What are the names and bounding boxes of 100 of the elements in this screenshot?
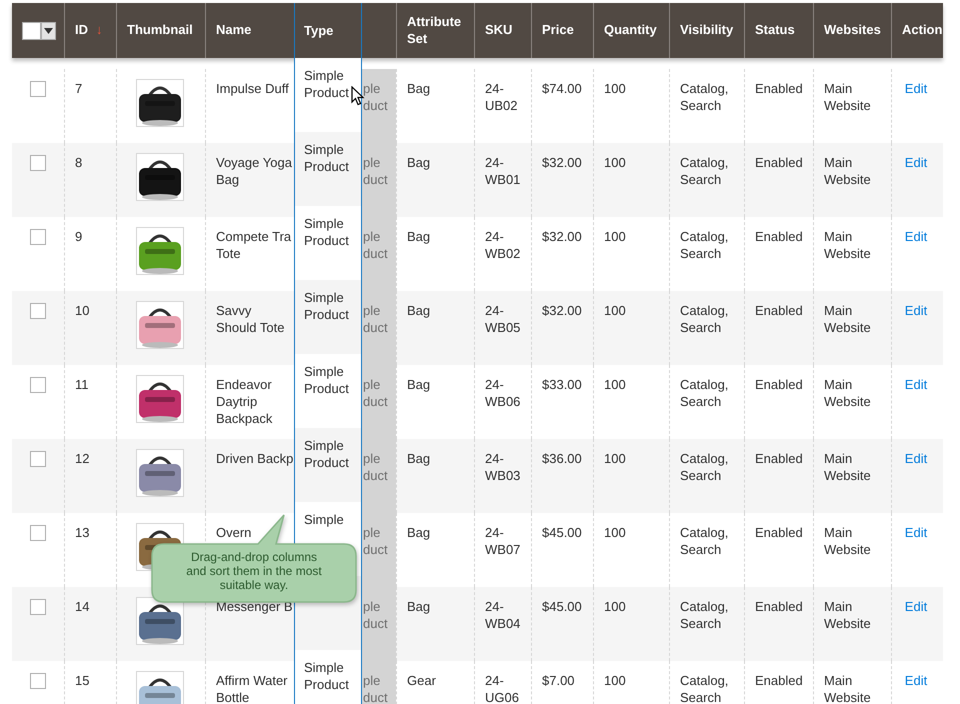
product-name: Overn: [216, 524, 252, 541]
column-header[interactable]: Visibility: [680, 22, 734, 39]
price-text: $7.00: [542, 673, 575, 688]
attribute-set-text: Bag: [407, 229, 430, 244]
price-text: $36.00: [542, 451, 582, 466]
attribute-set-text: Bag: [407, 377, 430, 392]
status-text: Enabled: [755, 303, 803, 318]
id-text: 13: [75, 525, 90, 540]
sku-text: 24-UG06: [485, 673, 519, 704]
id-text: 12: [75, 451, 90, 466]
id-text: 9: [75, 229, 82, 244]
websites-text: Main Website: [824, 377, 871, 409]
product-name: Endeavor Daytrip Backpack: [216, 376, 274, 427]
status-text: Enabled: [755, 81, 803, 96]
column-header[interactable]: Status: [755, 22, 795, 39]
type-text: ple duct: [363, 450, 389, 484]
column-header[interactable]: Thumbnail: [127, 22, 193, 39]
attribute-set-text: Bag: [407, 81, 430, 96]
attribute-set-text: Gear: [407, 673, 436, 688]
id-text: 8: [75, 155, 82, 170]
edit-link[interactable]: Edit: [904, 155, 928, 170]
quantity-text: 100: [604, 303, 626, 318]
column-header: Type: [304, 23, 334, 38]
sku-text: 24-WB04: [485, 599, 520, 631]
id-text: 14: [75, 599, 90, 614]
websites-text: Main Website: [824, 525, 871, 557]
price-text: $74.00: [542, 81, 582, 96]
product-name: Compete Tra Tote: [216, 228, 292, 262]
sku-text: 24-WB02: [485, 229, 520, 261]
quantity-text: 100: [604, 377, 626, 392]
attribute-set-text: Bag: [407, 599, 430, 614]
visibility-text: Catalog, Search: [680, 599, 728, 631]
visibility-text: Catalog, Search: [680, 525, 728, 557]
visibility-text: Catalog, Search: [680, 303, 728, 335]
product-name: Impulse Duff: [216, 80, 289, 97]
column-header[interactable]: Price: [542, 22, 574, 39]
id-text: 11: [75, 377, 88, 392]
product-name: Savvy Should Tote: [216, 302, 286, 336]
edit-link[interactable]: Edit: [904, 451, 928, 466]
websites-text: Main Website: [824, 229, 871, 261]
visibility-text: Catalog, Search: [680, 155, 728, 187]
attribute-set-text: Bag: [407, 451, 430, 466]
edit-link[interactable]: Edit: [904, 525, 928, 540]
table-cell: Simple Product: [295, 428, 361, 502]
attribute-set-text: Bag: [407, 525, 430, 540]
product-name: Driven Backp: [216, 450, 294, 467]
type-text: ple duct: [363, 598, 389, 632]
websites-text: Main Website: [824, 451, 871, 483]
quantity-text: 100: [604, 155, 626, 170]
quantity-text: 100: [604, 673, 626, 688]
type-text: ple duct: [363, 524, 389, 558]
price-text: $32.00: [542, 155, 582, 170]
quantity-text: 100: [604, 525, 626, 540]
sku-text: 24-WB01: [485, 155, 520, 187]
visibility-text: Catalog, Search: [680, 229, 728, 261]
type-text: ple duct: [363, 302, 389, 336]
status-text: Enabled: [755, 377, 803, 392]
product-name: Affirm Water Bottle: [216, 672, 289, 704]
edit-link[interactable]: Edit: [904, 377, 928, 392]
edit-link[interactable]: Edit: [904, 673, 928, 688]
sku-text: 24-WB05: [485, 303, 520, 335]
quantity-text: 100: [604, 599, 626, 614]
column-header[interactable]: Action: [902, 22, 942, 39]
price-text: $33.00: [542, 377, 582, 392]
column-header[interactable]: Attribute Set: [407, 14, 464, 48]
column-header[interactable]: Name: [216, 22, 252, 39]
attribute-set-text: Bag: [407, 303, 430, 318]
visibility-text: Catalog, Search: [680, 451, 728, 483]
type-text: ple duct: [363, 80, 389, 114]
sku-text: 24-UB02: [485, 81, 518, 113]
type-text: ple duct: [363, 376, 389, 410]
column-header[interactable]: Websites: [824, 22, 881, 39]
product-name: Voyage Yoga Bag: [216, 154, 293, 188]
type-text: ple duct: [363, 228, 389, 262]
price-text: $45.00: [542, 599, 582, 614]
sku-text: 24-WB06: [485, 377, 520, 409]
sku-text: 24-WB03: [485, 451, 520, 483]
type-text: ple duct: [363, 672, 389, 704]
quantity-text: 100: [604, 451, 626, 466]
column-header[interactable]: Quantity: [604, 22, 657, 39]
visibility-text: Catalog, Search: [680, 377, 728, 409]
visibility-text: Catalog, Search: [680, 673, 728, 704]
attribute-set-text: Bag: [407, 155, 430, 170]
price-text: $32.00: [542, 303, 582, 318]
websites-text: Main Website: [824, 155, 871, 187]
column-header[interactable]: ID: [75, 22, 88, 39]
type-text: ple duct: [363, 154, 389, 188]
sort-arrow: ↓: [96, 22, 102, 39]
edit-link[interactable]: Edit: [904, 229, 928, 244]
edit-link[interactable]: Edit: [904, 303, 928, 318]
status-text: Enabled: [755, 525, 803, 540]
edit-link[interactable]: Edit: [904, 599, 928, 614]
price-text: $45.00: [542, 525, 582, 540]
status-text: Enabled: [755, 155, 803, 170]
column-header[interactable]: SKU: [485, 22, 512, 39]
websites-text: Main Website: [824, 599, 871, 631]
id-text: 7: [75, 81, 82, 96]
edit-link[interactable]: Edit: [904, 81, 928, 96]
status-text: Enabled: [755, 451, 803, 466]
websites-text: Main Website: [824, 303, 871, 335]
